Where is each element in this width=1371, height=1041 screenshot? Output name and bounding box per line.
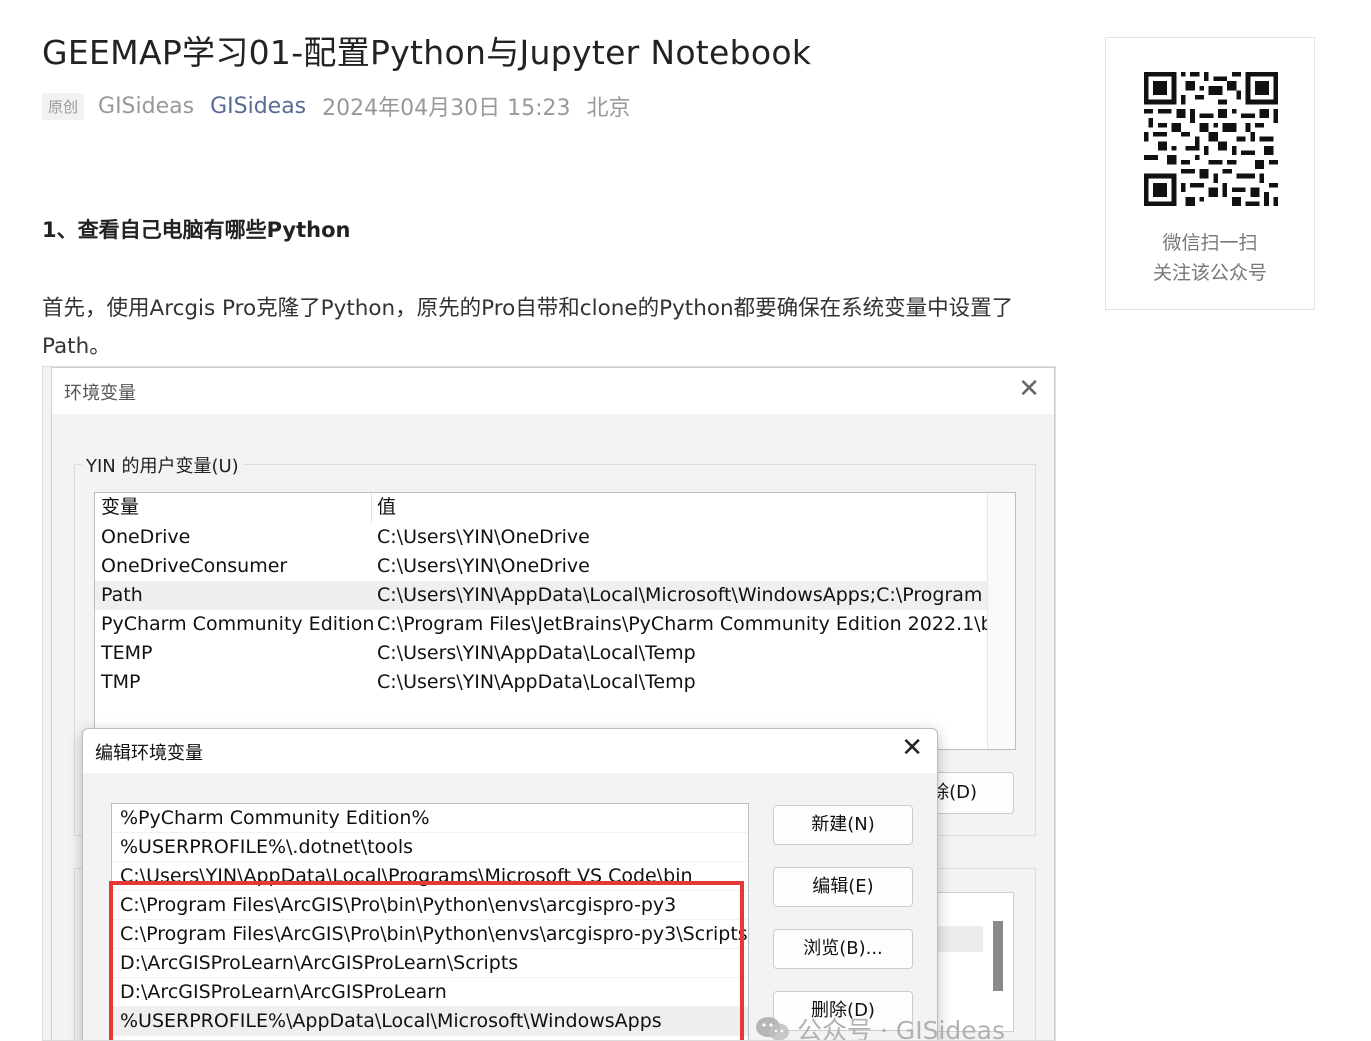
variable-value: C:\Users\YIN\OneDrive (377, 555, 590, 577)
variable-name: OneDrive (101, 526, 191, 548)
edit-env-dialog: 编辑环境变量 ✕ %PyCharm Community Edition% %US… (82, 728, 938, 1040)
table-row[interactable]: OneDriveConsumer C:\Users\YIN\OneDrive (95, 552, 987, 581)
article-paragraph: 首先，使用Arcgis Pro克隆了Python，原先的Pro自带和clone的… (42, 296, 1014, 359)
article-meta: 原创 GISideas GISideas 2024年04月30日 15:23 北… (42, 90, 631, 122)
embedded-screenshot: 环境变量 ✕ YIN 的用户变量(U) 变量 值 OneDrive C:\Use… (42, 366, 1056, 1041)
variable-name: TMP (101, 671, 141, 693)
qr-caption-follow: 关注该公众号 (1152, 262, 1267, 284)
table-scrollbar[interactable] (987, 493, 1015, 749)
edit-dialog-titlebar: 编辑环境变量 ✕ (83, 729, 937, 773)
table-row[interactable]: TEMP C:\Users\YIN\AppData\Local\Temp (95, 639, 987, 668)
article-title: GEEMAP学习01-配置Python与Jupyter Notebook (42, 33, 812, 72)
edit-dialog-title: 编辑环境变量 (95, 743, 203, 764)
watermark-text: 公众号 · GISideas (797, 1016, 1005, 1041)
section-heading: 1、查看自己电脑有哪些Python (42, 218, 351, 242)
watermark: 公众号 · GISideas (755, 1011, 1005, 1041)
variable-value: C:\Users\YIN\AppData\Local\Temp (377, 671, 696, 693)
variable-name: TEMP (101, 642, 153, 664)
qr-caption-scan: 微信扫一扫 (1162, 232, 1258, 254)
column-header-value[interactable]: 值 (377, 493, 396, 522)
highlight-box (109, 881, 744, 1040)
browse-button[interactable]: 浏览(B)... (773, 929, 913, 969)
variable-value: C:\Users\YIN\AppData\Local\Microsoft\Win… (377, 584, 1007, 606)
table-row[interactable]: OneDrive C:\Users\YIN\OneDrive (95, 523, 987, 552)
qr-code-image (1144, 72, 1278, 206)
variable-name: OneDriveConsumer (101, 555, 288, 577)
original-badge: 原创 (42, 92, 85, 120)
table-row[interactable]: TMP C:\Users\YIN\AppData\Local\Temp (95, 668, 987, 697)
user-variables-table[interactable]: 变量 值 OneDrive C:\Users\YIN\OneDrive OneD… (94, 492, 1016, 750)
close-icon[interactable]: ✕ (1018, 374, 1040, 404)
table-row-selected[interactable]: Path C:\Users\YIN\AppData\Local\Microsof… (95, 581, 1007, 610)
env-window-titlebar: 环境变量 ✕ (52, 368, 1054, 414)
env-variables-window: 环境变量 ✕ YIN 的用户变量(U) 变量 值 OneDrive C:\Use… (51, 367, 1055, 1040)
variable-value: C:\Users\YIN\AppData\Local\Temp (377, 642, 696, 664)
list-item[interactable]: %PyCharm Community Edition% (112, 804, 748, 833)
wechat-icon (756, 1017, 789, 1040)
column-header-variable[interactable]: 变量 (101, 493, 139, 522)
qr-panel: 微信扫一扫 关注该公众号 (1105, 37, 1315, 310)
account-link[interactable]: GISideas (210, 94, 306, 119)
variable-value: C:\Program Files\JetBrains\PyCharm Commu… (377, 613, 1017, 635)
edit-button[interactable]: 编辑(E) (773, 867, 913, 907)
new-button[interactable]: 新建(N) (773, 805, 913, 845)
publish-date: 2024年04月30日 15:23 (322, 96, 571, 121)
table-row[interactable]: PyCharm Community Edition C:\Program Fil… (95, 610, 1016, 639)
variable-name: PyCharm Community Edition (101, 613, 375, 635)
variable-value: C:\Users\YIN\OneDrive (377, 526, 590, 548)
variable-name: Path (101, 584, 143, 606)
scrollbar-thumb[interactable] (993, 921, 1003, 991)
user-variables-label: YIN 的用户变量(U) (82, 452, 243, 478)
publish-location: 北京 (586, 96, 631, 121)
column-divider[interactable] (371, 493, 372, 523)
close-icon[interactable]: ✕ (901, 733, 923, 763)
env-window-title: 环境变量 (64, 383, 136, 404)
author-name: GISideas (98, 93, 195, 119)
table-header: 变量 值 (95, 493, 987, 522)
list-item[interactable]: %USERPROFILE%\.dotnet\tools (112, 833, 748, 862)
